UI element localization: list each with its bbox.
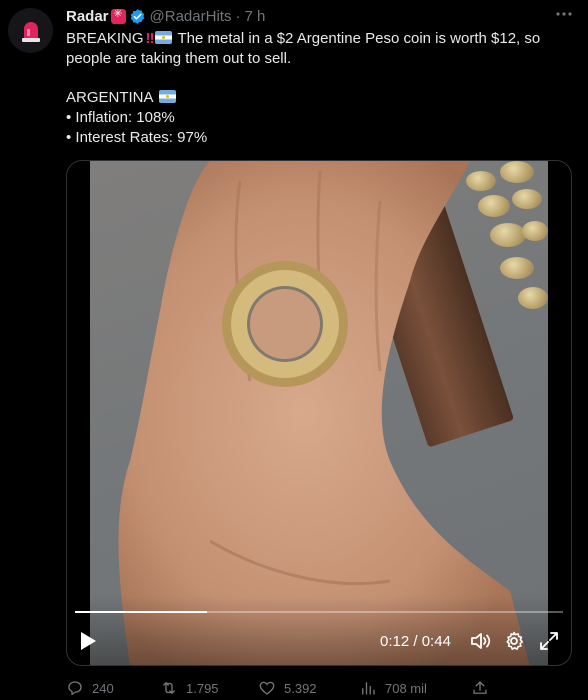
duration: 0:44 bbox=[421, 633, 451, 650]
like-button[interactable]: 5.392 bbox=[258, 679, 317, 697]
like-count: 5.392 bbox=[284, 680, 317, 696]
current-time: 0:12 bbox=[380, 633, 410, 650]
fullscreen-icon[interactable] bbox=[538, 630, 560, 652]
user-handle[interactable]: @RadarHits bbox=[150, 8, 232, 25]
argentina-flag-icon bbox=[158, 90, 176, 103]
tweet-actions: 240 1.795 5.392 708 mil bbox=[66, 677, 576, 699]
double-exclamation-icon: ‼ bbox=[145, 30, 155, 47]
argentina-flag-icon bbox=[154, 31, 172, 44]
country-label: ARGENTINA bbox=[66, 89, 153, 106]
tweet-text: BREAKING ‼ The metal in a $2 Argentine Pe… bbox=[66, 29, 576, 148]
reply-count: 240 bbox=[92, 680, 114, 696]
breaking-label: BREAKING bbox=[66, 30, 144, 47]
video-player[interactable]: 0:12 / 0:44 bbox=[66, 160, 572, 666]
video-timecode: 0:12 / 0:44 bbox=[380, 633, 451, 650]
views-count: 708 mil bbox=[385, 680, 427, 696]
video-progress-fill bbox=[75, 611, 207, 613]
tweet-header: Radar @RadarHits · 7 h bbox=[66, 6, 265, 26]
ellipsis-icon bbox=[556, 12, 572, 16]
display-name[interactable]: Radar bbox=[66, 8, 109, 25]
tweet[interactable]: Radar @RadarHits · 7 h BREAKING‼ The met… bbox=[0, 0, 588, 700]
inflation-line: • Inflation: 108% bbox=[66, 109, 175, 126]
share-button[interactable] bbox=[471, 679, 489, 697]
heart-icon bbox=[259, 681, 275, 695]
video-controls: 0:12 / 0:44 bbox=[67, 595, 571, 665]
views-button[interactable]: 708 mil bbox=[359, 679, 427, 697]
tweet-text-spacer bbox=[66, 69, 576, 88]
more-options-button[interactable] bbox=[552, 4, 576, 24]
retweet-count: 1.795 bbox=[186, 680, 219, 696]
tweet-text-line-1: BREAKING ‼ The metal in a $2 Argentine Pe… bbox=[66, 29, 576, 49]
tweet-text-line-3: ARGENTINA bbox=[66, 88, 576, 108]
reply-icon bbox=[68, 681, 82, 696]
time-separator: / bbox=[413, 633, 418, 650]
reply-button[interactable]: 240 bbox=[66, 679, 114, 697]
tweet-text-segment: The metal in a $2 Argentine Peso coin is… bbox=[177, 30, 541, 47]
volume-icon[interactable] bbox=[469, 630, 491, 652]
avatar[interactable] bbox=[8, 8, 53, 53]
share-icon bbox=[473, 681, 487, 694]
interest-rate-line: • Interest Rates: 97% bbox=[66, 129, 208, 146]
play-icon[interactable] bbox=[79, 631, 97, 651]
video-frame[interactable] bbox=[90, 161, 548, 665]
analytics-bars-icon bbox=[362, 682, 375, 695]
retweet-button[interactable]: 1.795 bbox=[160, 679, 219, 697]
emergency-light-icon bbox=[110, 7, 126, 24]
verified-badge-icon[interactable] bbox=[129, 8, 146, 25]
video-progress-bar[interactable] bbox=[75, 611, 563, 613]
siren-icon bbox=[21, 21, 40, 42]
separator-dot: · bbox=[235, 7, 241, 25]
hand-holding-coin bbox=[118, 161, 530, 665]
settings-gear-icon[interactable] bbox=[503, 630, 525, 652]
tweet-time[interactable]: 7 h bbox=[244, 8, 265, 25]
tweet-text-line-2: people are taking them out to sell. bbox=[66, 50, 292, 67]
retweet-icon bbox=[163, 682, 175, 694]
